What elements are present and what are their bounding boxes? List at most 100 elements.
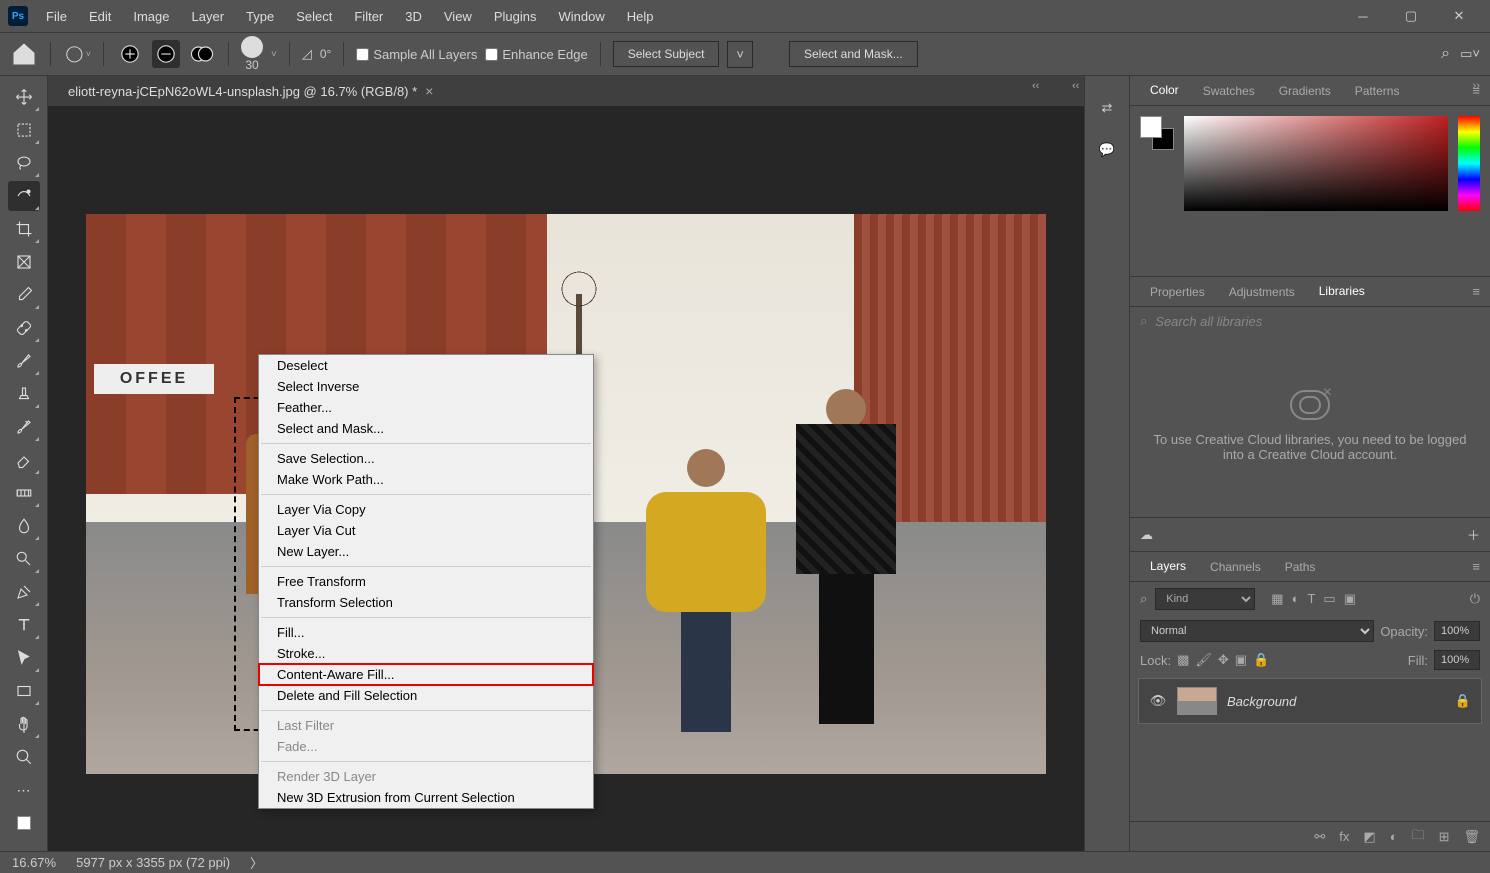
ctx-new-layer[interactable]: New Layer...	[259, 541, 593, 562]
select-subject-dropdown[interactable]: ˅	[727, 41, 753, 68]
brush-mode-intersect-icon[interactable]	[188, 40, 216, 68]
ctx-save-selection[interactable]: Save Selection...	[259, 448, 593, 469]
tab-adjustments[interactable]: Adjustments	[1219, 281, 1305, 303]
ctx-select-inverse[interactable]: Select Inverse	[259, 376, 593, 397]
ctx-free-transform[interactable]: Free Transform	[259, 571, 593, 592]
tab-layers[interactable]: Layers	[1140, 555, 1196, 579]
minimize-button[interactable]: ─	[1340, 2, 1386, 30]
type-tool[interactable]	[8, 610, 40, 640]
tab-channels[interactable]: Channels	[1200, 556, 1271, 578]
tab-properties[interactable]: Properties	[1140, 281, 1215, 303]
menu-file[interactable]: File	[36, 5, 77, 28]
filter-search-icon[interactable]: ⌕	[1140, 591, 1147, 607]
lock-brush-icon[interactable]: 🖌	[1195, 652, 1212, 668]
tab-libraries[interactable]: Libraries	[1309, 280, 1375, 304]
menu-3d[interactable]: 3D	[395, 5, 432, 28]
ctx-content-aware-fill[interactable]: Content-Aware Fill...	[259, 664, 593, 685]
tab-patterns[interactable]: Patterns	[1345, 80, 1410, 102]
filter-shape-icon[interactable]: ▭	[1323, 591, 1335, 607]
ctx-fill[interactable]: Fill...	[259, 622, 593, 643]
libraries-search[interactable]: ⌕ Search all libraries	[1130, 307, 1490, 335]
brush-preview-icon[interactable]	[241, 36, 263, 58]
filter-adjust-icon[interactable]: ◐	[1292, 591, 1300, 607]
history-brush-tool[interactable]	[8, 412, 40, 442]
hand-tool[interactable]	[8, 709, 40, 739]
marquee-tool[interactable]	[8, 115, 40, 145]
menu-layer[interactable]: Layer	[182, 5, 235, 28]
layer-background[interactable]: 👁 Background 🔒	[1138, 678, 1482, 724]
comments-icon[interactable]: 💬	[1095, 138, 1119, 162]
lock-all-icon[interactable]: 🔒	[1253, 652, 1269, 668]
healing-tool[interactable]	[8, 313, 40, 343]
menu-window[interactable]: Window	[548, 5, 614, 28]
angle-value[interactable]: 0°	[320, 47, 331, 61]
collapse-strip-icon[interactable]: ‹‹	[1072, 80, 1079, 92]
filter-toggle-icon[interactable]: ⏻	[1470, 591, 1480, 607]
close-button[interactable]: ✕	[1436, 2, 1482, 30]
blur-tool[interactable]	[8, 511, 40, 541]
layer-mask-icon[interactable]: ◩	[1363, 829, 1375, 845]
workspace-icon[interactable]: ▭˅	[1460, 46, 1480, 62]
menu-view[interactable]: View	[434, 5, 482, 28]
ctx-transform-selection[interactable]: Transform Selection	[259, 592, 593, 613]
fill-value[interactable]: 100%	[1434, 650, 1480, 670]
new-layer-icon[interactable]: ⊞	[1439, 829, 1450, 845]
cloud-sync-icon[interactable]: ☁	[1140, 527, 1153, 543]
color-swatches-icon[interactable]	[8, 808, 40, 838]
add-library-icon[interactable]: ＋	[1467, 525, 1480, 544]
tool-preset-icon[interactable]: ˅	[63, 40, 91, 68]
rectangle-tool[interactable]	[8, 676, 40, 706]
menu-type[interactable]: Type	[236, 5, 284, 28]
ctx-layer-via-copy[interactable]: Layer Via Copy	[259, 499, 593, 520]
ctx-new-3d-extrusion-from-current-selection[interactable]: New 3D Extrusion from Current Selection	[259, 787, 593, 808]
layer-style-icon[interactable]: fx	[1339, 829, 1349, 844]
select-and-mask-button[interactable]: Select and Mask...	[789, 41, 918, 67]
crop-tool[interactable]	[8, 214, 40, 244]
maximize-button[interactable]: ▢	[1388, 2, 1434, 30]
sample-all-layers-checkbox[interactable]: Sample All Layers	[356, 47, 477, 62]
brush-mode-subtract-icon[interactable]	[152, 40, 180, 68]
menu-filter[interactable]: Filter	[344, 5, 393, 28]
layer-filter-kind[interactable]: Kind	[1155, 588, 1255, 610]
pen-tool[interactable]	[8, 577, 40, 607]
collapse-right-icon[interactable]: ››	[1473, 80, 1480, 92]
menu-edit[interactable]: Edit	[79, 5, 121, 28]
ctx-make-work-path[interactable]: Make Work Path...	[259, 469, 593, 490]
foreground-background-swatch[interactable]	[1140, 116, 1174, 150]
brush-tool[interactable]	[8, 346, 40, 376]
select-subject-button[interactable]: Select Subject	[613, 41, 720, 67]
lock-transparent-icon[interactable]: ▩	[1177, 652, 1189, 668]
zoom-tool[interactable]	[8, 742, 40, 772]
hue-slider[interactable]	[1458, 116, 1480, 211]
ctx-layer-via-cut[interactable]: Layer Via Cut	[259, 520, 593, 541]
lock-artboard-icon[interactable]: ▣	[1235, 652, 1247, 668]
layer-name-label[interactable]: Background	[1227, 694, 1445, 709]
search-icon[interactable]: ⌕	[1441, 45, 1450, 63]
adjustment-layer-icon[interactable]: ◐	[1390, 829, 1398, 844]
tab-paths[interactable]: Paths	[1275, 556, 1326, 578]
dodge-tool[interactable]	[8, 544, 40, 574]
props-panel-menu-icon[interactable]: ≡	[1472, 284, 1480, 299]
edit-toolbar-icon[interactable]: ⋯	[8, 775, 40, 805]
blend-mode-select[interactable]: Normal	[1140, 620, 1374, 642]
layer-thumbnail[interactable]	[1177, 687, 1217, 715]
layer-lock-icon[interactable]: 🔒	[1455, 693, 1471, 709]
delete-layer-icon[interactable]: 🗑	[1463, 829, 1480, 845]
zoom-level[interactable]: 16.67%	[12, 855, 56, 870]
menu-image[interactable]: Image	[123, 5, 179, 28]
tab-swatches[interactable]: Swatches	[1193, 80, 1265, 102]
gradient-tool[interactable]	[8, 478, 40, 508]
move-tool[interactable]	[8, 82, 40, 112]
ctx-deselect[interactable]: Deselect	[259, 355, 593, 376]
layers-panel-menu-icon[interactable]: ≡	[1472, 559, 1480, 574]
eyedropper-tool[interactable]	[8, 280, 40, 310]
filter-smart-icon[interactable]: ▣	[1344, 591, 1356, 607]
ctx-select-and-mask[interactable]: Select and Mask...	[259, 418, 593, 439]
menu-select[interactable]: Select	[286, 5, 342, 28]
frame-tool[interactable]	[8, 247, 40, 277]
path-selection-tool[interactable]	[8, 643, 40, 673]
doc-dimensions[interactable]: 5977 px x 3355 px (72 ppi)	[76, 855, 230, 870]
layer-visibility-icon[interactable]: 👁	[1149, 693, 1167, 709]
group-icon[interactable]: 🗀	[1412, 826, 1425, 848]
ctx-stroke[interactable]: Stroke...	[259, 643, 593, 664]
